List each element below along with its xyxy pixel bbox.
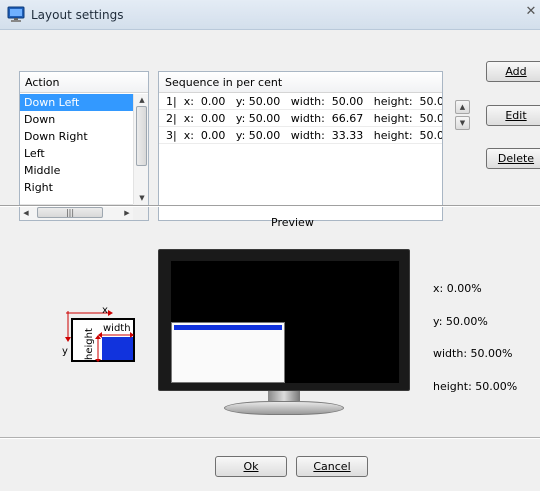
action-list-item[interactable]: Left [20,145,133,162]
close-icon[interactable]: ✕ [522,3,540,23]
dialog-body: Action Down Left Down Down Right Left Middle… [0,30,540,491]
sequence-row[interactable]: 1| x: 0.00 y: 50.00 width: 50.00 height:… [159,93,442,110]
action-list-item[interactable]: Down [20,111,133,128]
scroll-right-icon[interactable]: ▶ [121,205,133,220]
edit-button[interactable]: Edit [486,105,540,126]
move-down-button[interactable]: ▼ [455,116,470,130]
monitor-preview [158,249,410,444]
cancel-button-label: Cancel [313,460,351,473]
readout-width: width: 50.00% [433,347,513,360]
scroll-left-icon[interactable]: ◀ [20,205,32,220]
readout-height: height: 50.00% [433,380,518,393]
action-list-vertical-scrollbar[interactable]: ▲ ▼ [133,94,148,204]
preview-window-titlebar [174,325,282,330]
legend-diagram: x y width height [62,305,135,362]
ok-button-label: Ok [243,460,259,473]
grip-icon: ||| [65,208,75,217]
monitor-stand-neck [268,391,300,401]
section-divider [0,205,540,207]
legend-y-label: y [62,346,68,357]
add-button-label: Add [505,65,527,78]
footer-divider [0,437,540,439]
cancel-button[interactable]: Cancel [296,456,368,477]
preview-label: Preview [271,216,314,229]
action-list-item[interactable]: Down Left [20,94,133,111]
legend-height-label: height [84,328,95,360]
title-bar: Layout settings ✕ [0,0,540,30]
scroll-up-icon[interactable]: ▲ [134,94,148,106]
monitor-screen [171,261,399,383]
sequence-list[interactable]: Sequence in per cent 1| x: 0.00 y: 50.00… [158,71,443,221]
delete-button[interactable]: Delete [486,148,540,169]
action-list-items: Down Left Down Down Right Left Middle Right [20,94,133,196]
edit-button-label: Edit [505,109,527,122]
delete-button-label: Delete [497,152,535,165]
monitor-bezel [158,249,410,391]
readout-y: y: 50.00% [433,315,488,328]
readout-x: x: 0.00% [433,282,482,295]
action-list-item[interactable]: Right [20,179,133,196]
scroll-down-icon[interactable]: ▼ [134,192,148,204]
action-list-item[interactable]: Down Right [20,128,133,145]
monitor-stand-base [224,401,344,415]
sequence-row[interactable]: 3| x: 0.00 y: 50.00 width: 33.33 height:… [159,127,442,144]
action-list[interactable]: Action Down Left Down Down Right Left Middle… [19,71,149,221]
monitor-app-icon [7,6,25,22]
legend-x-label: x [102,307,108,316]
add-button[interactable]: Add [486,61,540,82]
ok-button[interactable]: Ok [215,456,287,477]
legend-width-label: width [103,323,131,334]
action-list-header[interactable]: Action [20,72,148,93]
window-title: Layout settings [31,8,124,22]
geometry-legend: x y width height [62,305,136,363]
sequence-row[interactable]: 2| x: 0.00 y: 50.00 width: 66.67 height:… [159,110,442,127]
move-up-button[interactable]: ▲ [455,100,470,114]
preview-window [171,322,285,383]
sequence-list-header[interactable]: Sequence in per cent [159,72,442,93]
action-list-item[interactable]: Middle [20,162,133,179]
scroll-thumb[interactable]: ||| [37,207,103,218]
scroll-thumb[interactable] [136,106,147,166]
